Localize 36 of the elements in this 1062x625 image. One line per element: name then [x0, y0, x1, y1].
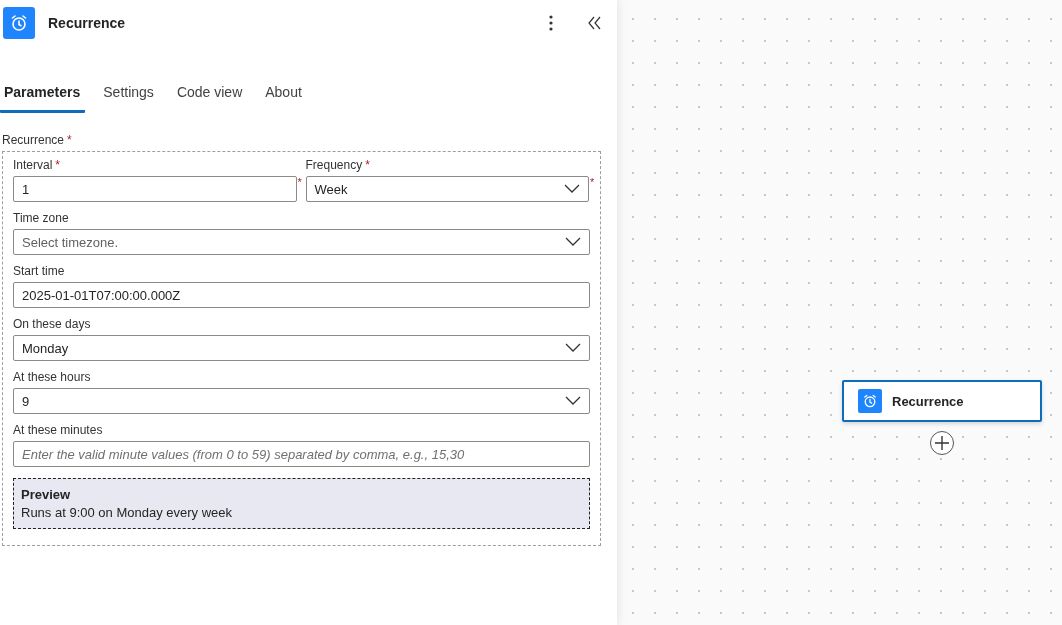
chevron-down-icon [565, 396, 581, 406]
dropdown-field[interactable]: Select timezone. [13, 229, 590, 255]
chevron-down-icon [565, 237, 581, 247]
dropdown-field[interactable]: 9 [13, 388, 590, 414]
field-label: On these days [13, 317, 92, 331]
group-label: Recurrence * [2, 133, 73, 147]
collapse-button[interactable] [586, 14, 603, 32]
chevron-down-icon [564, 184, 580, 194]
recurrence-group: Interval * 1 * Frequency * Week * Time zone Select timezone. Start time 2025-01-01T07:00:00.000Z On these days Monday At these hours 9 At these minutes Enter the valid minute values (from 0 to 59) separated by comma, e.g., 15,30 Preview Runs at 9:00 on Monday every week [2, 151, 601, 546]
preview-text: Runs at 9:00 on Monday every week [21, 505, 233, 520]
double-chevron-left-icon [588, 16, 601, 30]
field-label: Start time [13, 264, 66, 278]
input-field[interactable]: 1 [13, 176, 297, 202]
dropdown-field[interactable]: Monday [13, 335, 590, 361]
node-title: Recurrence [892, 393, 964, 409]
more-options-button[interactable] [547, 13, 555, 33]
add-step-button[interactable] [930, 431, 954, 455]
field-label: At these hours [13, 370, 92, 384]
field-label: Frequency * [305, 158, 371, 172]
input-field[interactable]: Enter the valid minute values (from 0 to 59) separated by comma, e.g., 15,30 [13, 441, 590, 467]
plus-icon [935, 436, 949, 450]
field-label: Interval * [13, 158, 62, 172]
more-vertical-icon [549, 15, 553, 31]
panel-title: Recurrence [48, 15, 127, 31]
field-label: At these minutes [13, 423, 104, 437]
tab[interactable]: Settings [99, 78, 159, 113]
preview-title: Preview [21, 487, 72, 502]
flow-node[interactable]: Recurrence [842, 380, 1042, 422]
field-label: Time zone [13, 211, 70, 225]
tab[interactable]: Parameters [0, 78, 86, 113]
tab[interactable]: Code view [172, 78, 248, 113]
chevron-down-icon [565, 343, 581, 353]
input-field[interactable]: 2025-01-01T07:00:00.000Z [13, 282, 590, 308]
dropdown-field[interactable]: Week [305, 176, 589, 202]
tab[interactable]: About [261, 78, 307, 113]
alarm-clock-icon [9, 13, 29, 33]
